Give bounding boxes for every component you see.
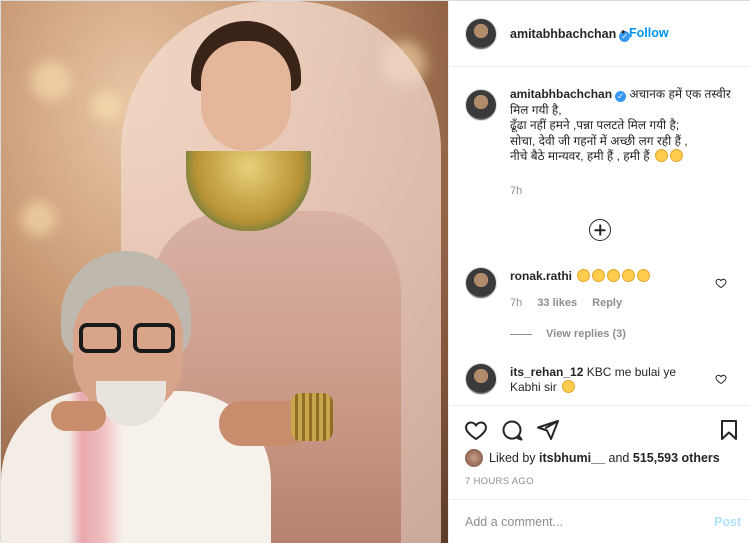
commenter-avatar[interactable] [465, 363, 497, 395]
bride-hand-left [51, 401, 106, 431]
likes-others-count[interactable]: 515,593 others [633, 451, 720, 465]
grin-emoji-icon [577, 269, 591, 282]
likes-and: and [608, 451, 630, 465]
rofl-emoji-icon [669, 149, 683, 162]
bookmark-icon[interactable] [717, 418, 741, 442]
instagram-post: amitabhbachchan ✓ • Follow amitabhbachcha… [0, 0, 750, 543]
caption-time: 7h [510, 185, 523, 197]
grin-emoji-icon [622, 269, 636, 282]
tongue-out-emoji-icon [654, 149, 668, 162]
comment-heart-icon[interactable] [715, 373, 727, 385]
author-avatar[interactable] [465, 18, 497, 50]
comment-heart-icon[interactable] [715, 277, 727, 289]
caption-line-3: सोचा, देवी जी गहनों में अच्छी लग रही हैं… [510, 133, 688, 148]
comment-icon[interactable] [500, 418, 524, 442]
comment-likes[interactable]: 33 likes [537, 297, 577, 309]
reply-button[interactable]: Reply [592, 297, 622, 309]
grin-emoji-icon [637, 269, 651, 282]
bride-face [201, 41, 291, 151]
grin-emoji-icon [592, 269, 606, 282]
liker-avatar[interactable] [465, 449, 483, 467]
post-side-panel: amitabhbachchan ✓ • Follow amitabhbachcha… [448, 1, 750, 543]
comment-username[interactable]: its_rehan_12 [510, 365, 583, 379]
comment-text: its_rehan_12 KBC me bulai ye Kabhi sir [510, 365, 690, 395]
author-username[interactable]: amitabhbachchan ✓ [510, 27, 631, 42]
divider-line [510, 333, 532, 335]
comment-text: ronak.rathi [510, 269, 710, 284]
caption-line-4: नीचे बैठे मान्यवर, हमी हैं , हमी हैं [510, 149, 650, 163]
comment-username[interactable]: ronak.rathi [510, 269, 572, 283]
likes-prefix: Liked by [489, 451, 536, 465]
grin-emoji-icon [607, 269, 621, 282]
commenter-avatar[interactable] [465, 267, 497, 299]
comment-time: 7h [510, 297, 523, 309]
post-timestamp[interactable]: 7 HOURS AGO [465, 476, 534, 487]
view-replies-button[interactable]: View replies (3) [510, 328, 626, 340]
grin-emoji-icon [562, 380, 576, 393]
bokeh-light [31, 61, 71, 101]
likes-summary: Liked by itsbhumi__ and 515,593 others [465, 449, 720, 467]
post-image[interactable] [1, 1, 448, 543]
verified-badge-icon: ✓ [615, 91, 627, 102]
caption-author-avatar[interactable] [465, 89, 497, 121]
separator-dot: • [621, 25, 626, 39]
bokeh-light [21, 201, 56, 236]
action-bar [449, 405, 750, 451]
eyeglasses [79, 323, 177, 353]
liker-username[interactable]: itsbhumi__ [539, 451, 605, 465]
follow-button[interactable]: Follow [629, 26, 669, 40]
caption-line-2: ढूँढा नहीं हमने ,पन्ना पलटते मिल गयी है; [510, 118, 680, 132]
post-header: amitabhbachchan ✓ • Follow [449, 1, 750, 67]
comment-input[interactable] [465, 512, 685, 532]
heart-icon[interactable] [464, 418, 488, 442]
plus-circle-icon[interactable] [589, 219, 611, 241]
comment-meta: 7h 33 likes Reply [510, 297, 634, 309]
caption-username[interactable]: amitabhbachchan [510, 87, 612, 101]
bangles [291, 393, 333, 441]
post-comment-button[interactable]: Post [714, 515, 741, 529]
caption-text: amitabhbachchan ✓ अचानक हमें एक तस्वीर मि… [510, 87, 740, 165]
add-comment-bar: Post [449, 499, 750, 543]
bokeh-light [91, 91, 121, 121]
paper-plane-icon[interactable] [536, 418, 560, 442]
